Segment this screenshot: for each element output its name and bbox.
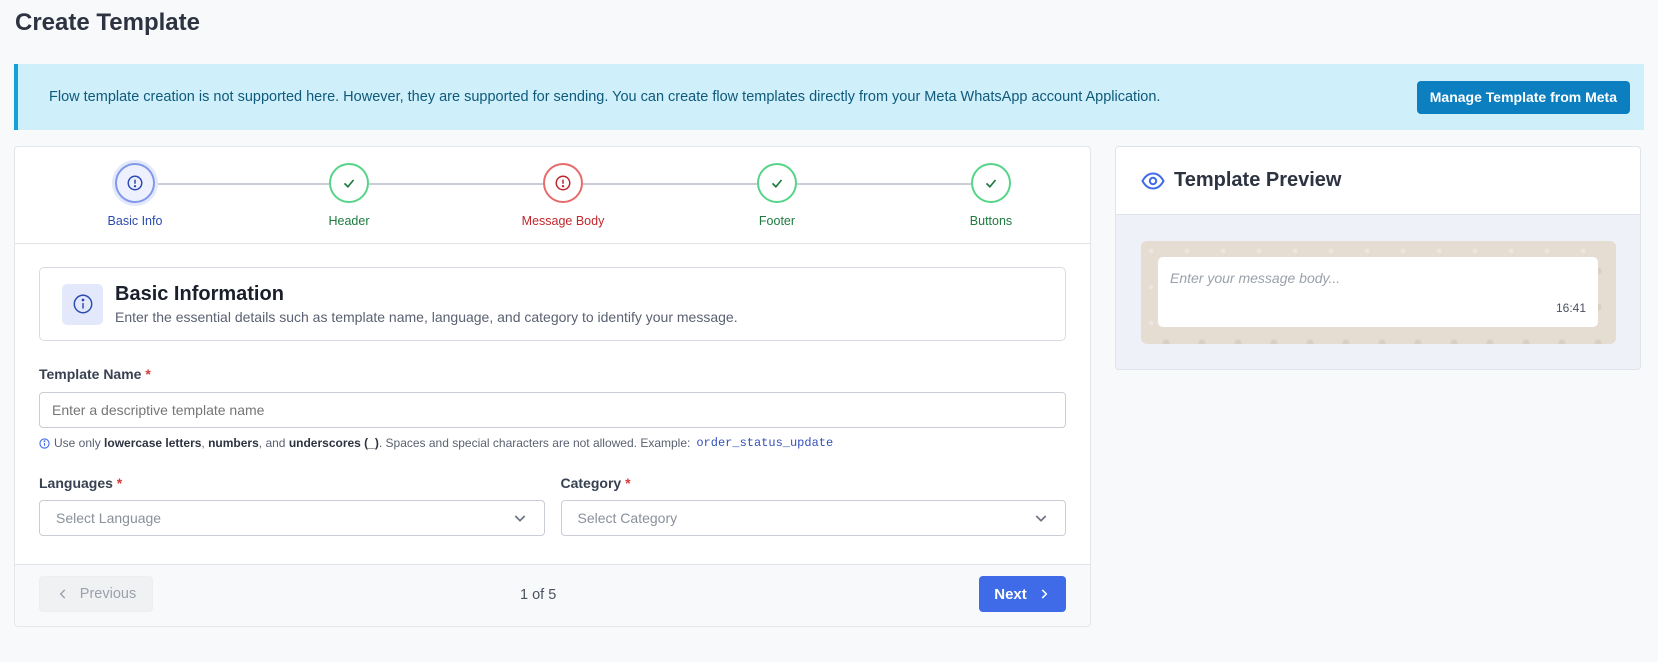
step-label: Footer bbox=[758, 214, 796, 228]
previous-button[interactable]: Previous bbox=[39, 576, 153, 612]
step-header[interactable]: Header bbox=[289, 163, 409, 228]
step-label: Message Body bbox=[521, 214, 605, 228]
chevron-right-icon bbox=[1041, 589, 1048, 599]
template-form-card: Basic Info Header Message Body Footer Bu… bbox=[14, 146, 1091, 627]
step-counter: 1 of 5 bbox=[520, 587, 557, 603]
next-button[interactable]: Next bbox=[979, 576, 1066, 612]
languages-label: Languages * bbox=[39, 475, 123, 491]
step-buttons[interactable]: Buttons bbox=[931, 163, 1051, 228]
template-preview-panel: Template Preview Enter your message body… bbox=[1115, 146, 1641, 370]
preview-title: Template Preview bbox=[1174, 169, 1342, 191]
message-bubble: Enter your message body... 16:41 bbox=[1158, 257, 1598, 327]
step-footer[interactable]: Footer bbox=[717, 163, 837, 228]
step-message-body[interactable]: Message Body bbox=[503, 163, 623, 228]
info-icon bbox=[62, 283, 103, 325]
template-name-input[interactable] bbox=[39, 392, 1066, 428]
basic-information-description: Enter the essential details such as temp… bbox=[115, 309, 738, 325]
alert-circle-icon bbox=[555, 175, 571, 191]
chevron-down-icon bbox=[514, 515, 525, 522]
message-time: 16:41 bbox=[1555, 301, 1586, 315]
step-label: Basic Info bbox=[107, 214, 163, 228]
step-basic-info[interactable]: Basic Info bbox=[75, 163, 195, 228]
preview-header: Template Preview bbox=[1116, 147, 1640, 215]
chevron-left-icon bbox=[59, 589, 66, 599]
form-footer: Previous 1 of 5 Next bbox=[15, 564, 1090, 626]
required-mark: * bbox=[625, 475, 631, 491]
stepper: Basic Info Header Message Body Footer Bu… bbox=[15, 147, 1090, 244]
required-mark: * bbox=[116, 475, 123, 491]
step-label: Header bbox=[328, 214, 370, 228]
check-icon bbox=[343, 179, 355, 188]
example-code: order_status_update bbox=[696, 436, 834, 450]
check-icon bbox=[771, 179, 783, 188]
eye-icon bbox=[1141, 171, 1165, 190]
page-title: Create Template bbox=[15, 9, 200, 36]
message-placeholder: Enter your message body... bbox=[1170, 270, 1341, 286]
category-select[interactable]: Select Category bbox=[560, 500, 1066, 536]
template-name-label: Template Name * bbox=[39, 366, 151, 382]
required-mark: * bbox=[145, 366, 151, 382]
category-label: Category * bbox=[560, 475, 631, 491]
languages-select[interactable]: Select Language bbox=[39, 500, 545, 536]
step-label: Buttons bbox=[969, 214, 1013, 228]
whatsapp-chat-background: Enter your message body... 16:41 bbox=[1141, 241, 1616, 344]
basic-information-title: Basic Information bbox=[115, 283, 284, 305]
flow-template-alert: Flow template creation is not supported … bbox=[14, 64, 1644, 130]
alert-text: Flow template creation is not supported … bbox=[49, 89, 1161, 105]
alert-circle-icon bbox=[127, 175, 143, 191]
basic-information-box: Basic Information Enter the essential de… bbox=[39, 267, 1066, 341]
check-icon bbox=[985, 179, 997, 188]
chevron-down-icon bbox=[1035, 515, 1047, 522]
manage-template-from-meta-button[interactable]: Manage Template from Meta bbox=[1416, 80, 1630, 114]
info-small-icon bbox=[39, 437, 50, 449]
form-body: Basic Information Enter the essential de… bbox=[15, 244, 1090, 564]
template-name-hint: Use only lowercase letters, numbers, and… bbox=[39, 436, 1066, 450]
